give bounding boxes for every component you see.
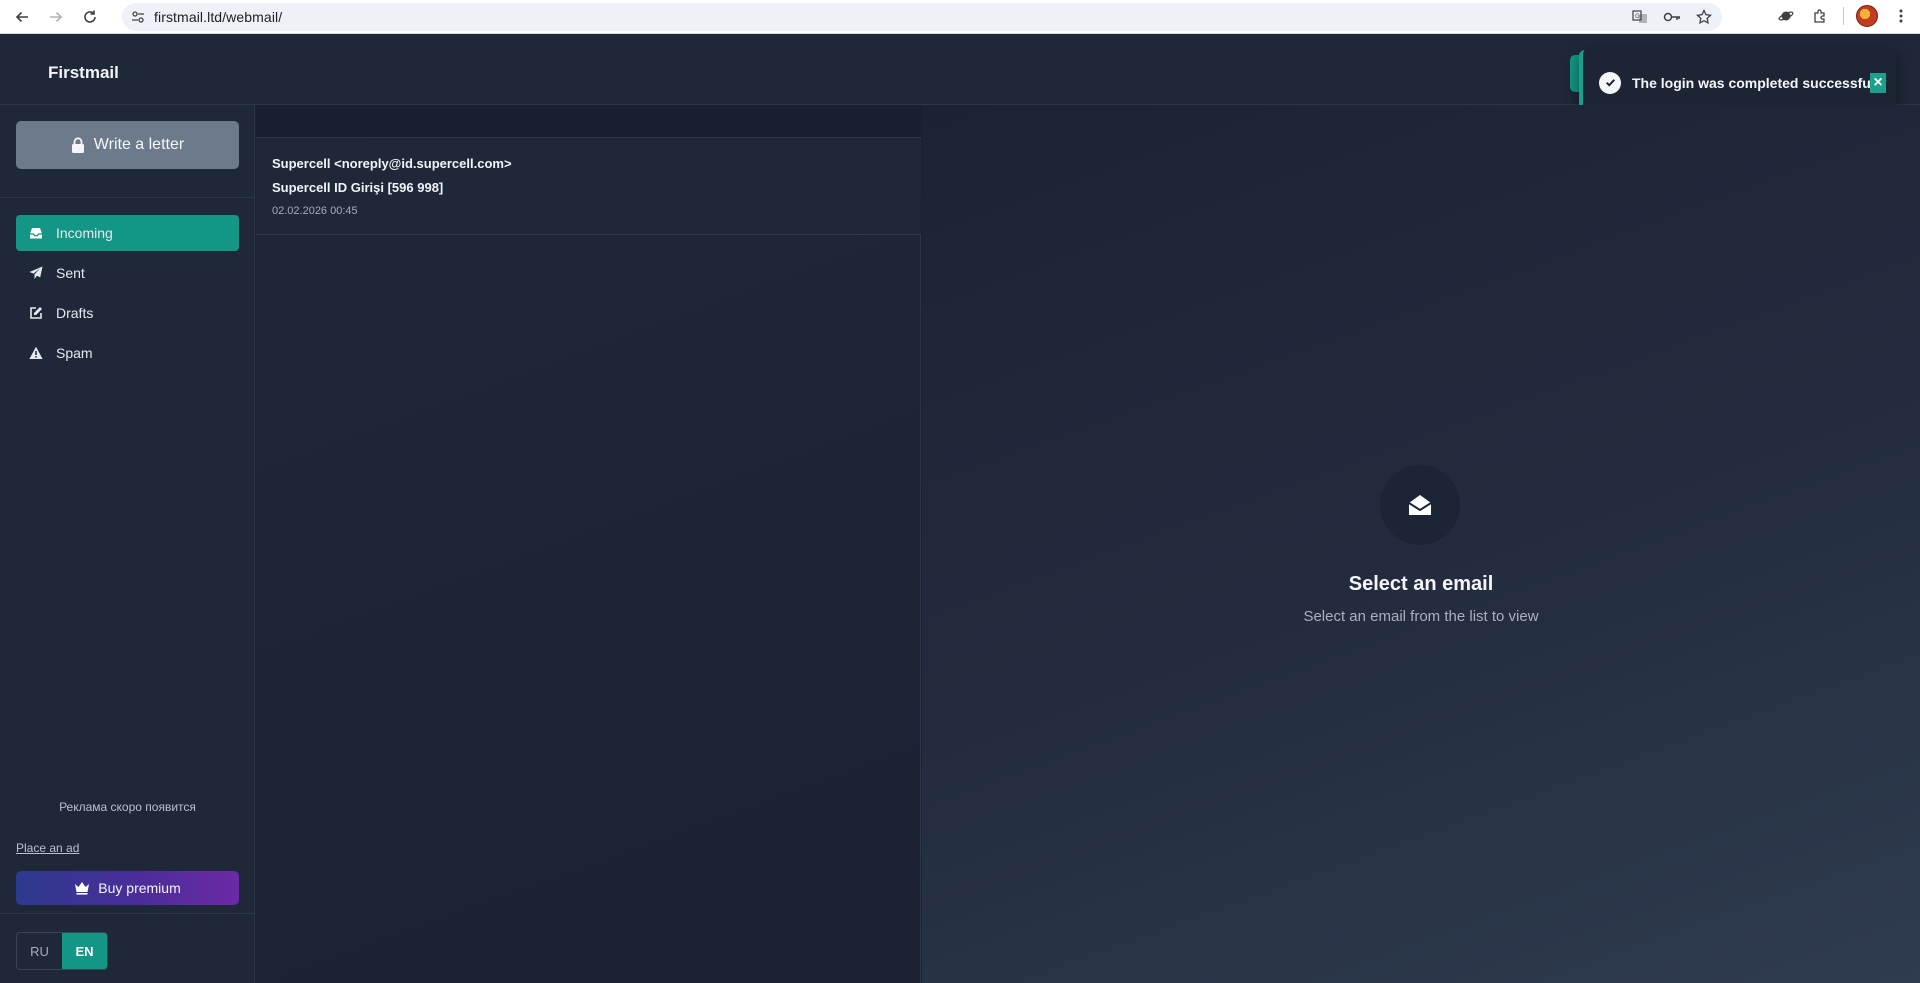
- site-info-icon[interactable]: [128, 7, 148, 27]
- sidebar: Write a letter Incoming Sent Drafts Spam…: [0, 105, 255, 983]
- svg-text:G: G: [1635, 13, 1640, 20]
- edit-icon: [28, 305, 44, 321]
- toast-close-button[interactable]: ×: [1870, 73, 1886, 93]
- envelope-open-icon: [1380, 465, 1460, 545]
- sidebar-item-label: Sent: [56, 265, 85, 281]
- mail-date: 02.02.2026 00:45: [272, 205, 358, 217]
- list-item[interactable]: Supercell <noreply@id.supercell.com> Sup…: [256, 139, 921, 235]
- empty-state-title: Select an email: [1348, 573, 1494, 595]
- toast-message: The login was completed successfully: [1632, 74, 1887, 91]
- extension-planet-icon[interactable]: [1775, 5, 1797, 27]
- sidebar-item-label: Incoming: [56, 225, 113, 241]
- mail-subject: Supercell ID Girişi [596 998]: [272, 180, 444, 195]
- paper-plane-icon: [28, 265, 44, 281]
- write-letter-button[interactable]: Write a letter: [16, 121, 239, 169]
- sidebar-item-label: Spam: [56, 345, 93, 361]
- crown-icon: [75, 882, 90, 895]
- sidebar-item-incoming[interactable]: Incoming: [16, 215, 239, 251]
- address-bar[interactable]: firstmail.ltd/webmail/ G: [122, 3, 1722, 31]
- sidebar-item-drafts[interactable]: Drafts: [16, 295, 239, 331]
- bookmark-star-icon[interactable]: [1694, 7, 1714, 27]
- mail-sender: Supercell <noreply@id.supercell.com>: [272, 156, 512, 171]
- sidebar-item-sent[interactable]: Sent: [16, 255, 239, 291]
- url-text[interactable]: firstmail.ltd/webmail/: [154, 9, 282, 25]
- mail-list-panel: Supercell <noreply@id.supercell.com> Sup…: [256, 105, 921, 983]
- forward-icon[interactable]: [44, 5, 68, 29]
- reload-icon[interactable]: [78, 5, 102, 29]
- brand-logo[interactable]: Firstmail: [48, 63, 119, 83]
- write-letter-label: Write a letter: [93, 136, 185, 153]
- mail-list-toolbar: [256, 105, 921, 138]
- toolbar-separator: [1843, 7, 1844, 25]
- sidebar-item-spam[interactable]: Spam: [16, 335, 239, 371]
- sidebar-divider: [0, 197, 255, 198]
- profile-avatar[interactable]: [1856, 5, 1878, 27]
- translate-icon[interactable]: G: [1630, 7, 1650, 27]
- email-viewer: Select an email Select an email from the…: [922, 105, 1920, 983]
- kebab-menu-icon[interactable]: [1890, 5, 1912, 27]
- ad-placeholder-text: Реклама скоро появится: [59, 800, 196, 814]
- inbox-icon: [28, 225, 44, 241]
- check-circle-icon: [1599, 71, 1621, 94]
- sidebar-item-label: Drafts: [56, 305, 94, 321]
- folder-menu: Incoming Sent Drafts Spam: [16, 215, 239, 375]
- buy-premium-label: Buy premium: [98, 880, 181, 896]
- warning-icon: [28, 345, 44, 361]
- sidebar-divider: [0, 913, 255, 914]
- language-ru-button[interactable]: RU: [17, 933, 62, 969]
- extensions-puzzle-icon[interactable]: [1809, 5, 1831, 27]
- password-key-icon[interactable]: [1662, 7, 1682, 27]
- language-en-button[interactable]: EN: [62, 933, 107, 969]
- browser-toolbar: firstmail.ltd/webmail/ G: [0, 0, 1920, 34]
- buy-premium-button[interactable]: Buy premium: [16, 871, 239, 905]
- language-switch: RU EN: [16, 932, 108, 970]
- back-icon[interactable]: [10, 5, 34, 29]
- place-ad-link[interactable]: Place an ad: [16, 841, 79, 855]
- lock-icon: [71, 137, 84, 153]
- empty-state-subtitle: Select an email from the list to view: [1303, 608, 1539, 625]
